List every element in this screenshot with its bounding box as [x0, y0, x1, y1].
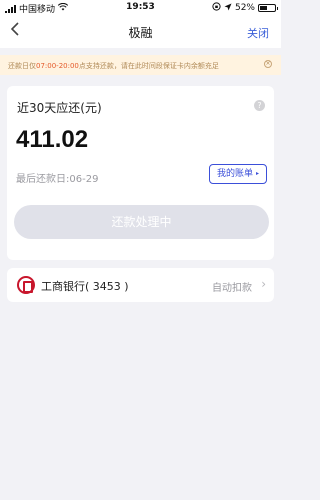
battery-percent: 52% [234, 3, 255, 13]
battery-fill [260, 6, 267, 10]
debit-mode: 自动扣款 [212, 283, 252, 294]
chevron-right-icon: › [261, 277, 266, 291]
battery-icon [258, 4, 278, 12]
bank-name: 工商银行( 3453 ) [41, 280, 129, 293]
close-button[interactable]: 关闭 [247, 25, 269, 41]
status-bar: 中国移动 19:53 52% [0, 0, 281, 16]
notice-text-before: 还款日仅 [8, 62, 36, 70]
help-icon[interactable]: ? [254, 100, 265, 111]
notice-close-icon[interactable]: × [264, 60, 272, 68]
notice-time-window: 07:00-20:00 [36, 62, 79, 70]
notice-text-after: 点支持还款，请在此时间段保证卡内余额充足 [78, 62, 219, 70]
orientation-lock-icon [212, 2, 221, 14]
nav-bar: 极融 关闭 [0, 16, 281, 48]
caret-right-icon: ▸ [255, 170, 259, 177]
location-icon [224, 3, 232, 14]
amount-due: 411.02 [16, 126, 89, 153]
icbc-logo-icon [17, 276, 35, 294]
repayment-card: 近30天应还(元) ? 411.02 最后还款日:06-29 我的账单 ▸ 还款… [7, 86, 274, 260]
my-bill-label: 我的账单 [216, 169, 253, 179]
my-bill-button[interactable]: 我的账单 ▸ [208, 164, 267, 184]
repayment-processing-button[interactable]: 还款处理中 [14, 205, 269, 239]
status-right: 52% [212, 2, 278, 14]
repayment-notice: 还款日仅07:00-20:00点支持还款，请在此时间段保证卡内余额充足 × [0, 55, 281, 75]
page-title: 极融 [128, 26, 153, 40]
bank-card-row[interactable]: 工商银行( 3453 ) 自动扣款 › [7, 268, 274, 302]
due-date: 最后还款日:06-29 [16, 174, 99, 185]
amount-due-label: 近30天应还(元) [17, 101, 102, 115]
